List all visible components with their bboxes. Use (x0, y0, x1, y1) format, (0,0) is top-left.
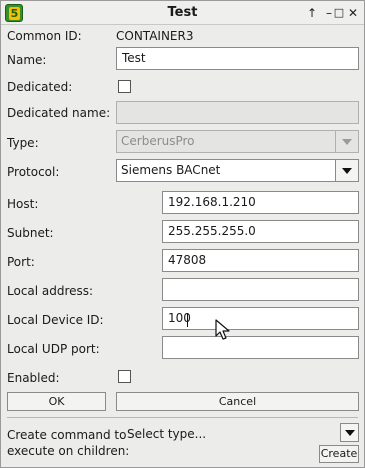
host-input[interactable]: 192.168.1.210 (162, 191, 359, 214)
maximize-arrow-icon[interactable]: ↑ (304, 5, 320, 21)
name-label: Name: (7, 53, 47, 67)
children-command-label-line1: Create command to (7, 428, 127, 442)
type-select[interactable]: CerberusPro (116, 130, 359, 153)
ok-button[interactable]: OK (7, 392, 106, 411)
dedicated-name-label: Dedicated name: (7, 106, 111, 120)
divider (7, 417, 358, 418)
subnet-label: Subnet: (7, 226, 54, 240)
local-address-label: Local address: (7, 284, 94, 298)
local-device-id-input[interactable]: 100 (162, 307, 359, 330)
create-button[interactable]: Create (319, 445, 359, 463)
type-label: Type: (7, 136, 39, 150)
local-address-input[interactable] (162, 278, 359, 301)
local-device-id-label: Local Device ID: (7, 313, 104, 327)
cancel-button[interactable]: Cancel (116, 392, 359, 411)
dialog-window: 5 Test ↑ – □ ✕ Common ID: CONTAINER3 Nam… (0, 0, 365, 468)
text-caret (187, 313, 188, 327)
type-select-value: CerberusPro (121, 134, 195, 148)
dedicated-checkbox[interactable] (118, 80, 131, 93)
local-udp-port-input[interactable] (162, 336, 359, 359)
protocol-select[interactable]: Siemens BACnet (116, 159, 359, 182)
mouse-pointer-icon (215, 319, 230, 340)
name-input[interactable]: Test (116, 47, 359, 70)
close-icon[interactable]: ✕ (345, 5, 361, 21)
port-label: Port: (7, 255, 35, 269)
host-label: Host: (7, 197, 39, 211)
dedicated-name-input[interactable] (116, 101, 359, 124)
subnet-input[interactable]: 255.255.255.0 (162, 220, 359, 243)
chevron-down-icon[interactable] (335, 159, 359, 182)
dedicated-label: Dedicated: (7, 80, 73, 94)
title-bar[interactable]: 5 Test ↑ – □ ✕ (1, 1, 364, 25)
protocol-select-value: Siemens BACnet (121, 163, 221, 177)
port-input[interactable]: 47808 (162, 249, 359, 272)
local-udp-port-label: Local UDP port: (7, 342, 100, 356)
common-id-label: Common ID: (7, 29, 82, 43)
chevron-down-icon[interactable] (340, 423, 359, 442)
common-id-value: CONTAINER3 (116, 29, 194, 43)
enabled-label: Enabled: (7, 371, 60, 385)
command-type-select-value[interactable]: Select type... (127, 427, 206, 441)
chevron-down-icon[interactable] (335, 130, 359, 153)
children-command-label-line2: execute on children: (7, 444, 130, 458)
protocol-label: Protocol: (7, 165, 60, 179)
enabled-checkbox[interactable] (118, 370, 131, 383)
